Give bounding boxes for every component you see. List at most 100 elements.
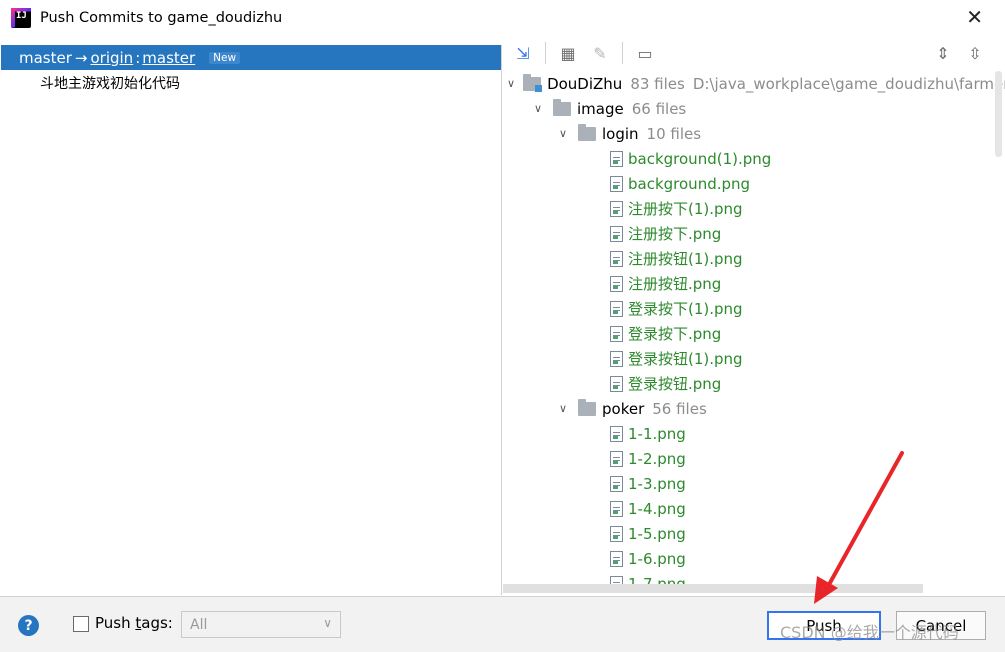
expand-all-icon[interactable]: ⇕: [933, 43, 953, 63]
image-file-icon: [610, 425, 623, 442]
tree-file-row[interactable]: 1-3.png: [503, 471, 988, 496]
folder-count: 56 files: [652, 399, 707, 418]
collapse-all-icon[interactable]: ⇳: [965, 43, 985, 63]
group-by-icon[interactable]: ▦: [558, 43, 578, 63]
tree-file-row[interactable]: 1-4.png: [503, 496, 988, 521]
remote-branch-link[interactable]: master: [142, 49, 195, 67]
file-name: 1-6.png: [628, 549, 686, 568]
image-file-icon: [610, 350, 623, 367]
tree-folder-image[interactable]: ∨ image 66 files: [503, 96, 988, 121]
tree-folder-poker[interactable]: ∨ poker 56 files: [503, 396, 988, 421]
changes-panel: ⇲ ▦ ✎ ▭ ⇕ ⇳ ∨ DouDiZhu 83 files D:\java_…: [503, 35, 1005, 596]
image-file-icon: [610, 250, 623, 267]
changes-toolbar: ⇲ ▦ ✎ ▭ ⇕ ⇳: [503, 35, 1005, 71]
image-file-icon: [610, 200, 623, 217]
tree-file-row[interactable]: background.png: [503, 171, 988, 196]
tree-file-row[interactable]: 注册按下(1).png: [503, 196, 988, 221]
tree-root-row[interactable]: ∨ DouDiZhu 83 files D:\java_workplace\ga…: [503, 71, 1005, 96]
image-file-icon: [610, 525, 623, 542]
push-tags-label-start: Push: [95, 614, 136, 632]
file-name: background(1).png: [628, 149, 772, 168]
file-name: 1-2.png: [628, 449, 686, 468]
branch-row[interactable]: master → origin : master New: [1, 45, 501, 70]
chevron-down-icon[interactable]: ∨: [556, 402, 570, 415]
image-file-icon: [610, 500, 623, 517]
tree-file-row[interactable]: 注册按下.png: [503, 221, 988, 246]
tree-file-row[interactable]: 1-6.png: [503, 546, 988, 571]
tree-file-row[interactable]: 登录按下.png: [503, 321, 988, 346]
collapse-arrows-icon[interactable]: ⇲: [513, 43, 533, 63]
tree-file-row[interactable]: 1-5.png: [503, 521, 988, 546]
image-file-icon: [610, 325, 623, 342]
folder-count: 10 files: [646, 124, 702, 143]
tree-file-row[interactable]: background(1).png: [503, 146, 988, 171]
tags-select-value: All: [190, 616, 208, 633]
tree-file-row[interactable]: 1-2.png: [503, 446, 988, 471]
vertical-scrollbar[interactable]: [995, 71, 1002, 157]
root-count: 83 files: [630, 74, 685, 93]
edit-icon[interactable]: ✎: [590, 43, 610, 63]
window-title: Push Commits to game_doudizhu: [40, 9, 283, 26]
folder-icon: [553, 98, 571, 116]
watermark: CSDN @给我一个源代码: [780, 623, 959, 642]
file-name: 登录按下(1).png: [628, 300, 743, 318]
image-file-icon: [610, 450, 623, 467]
file-name: 注册按钮.png: [628, 275, 722, 293]
tree-file-row[interactable]: 注册按钮(1).png: [503, 246, 988, 271]
chevron-down-icon[interactable]: ∨: [556, 127, 570, 140]
chevron-down-icon[interactable]: ∨: [507, 77, 515, 90]
preview-icon[interactable]: ▭: [635, 43, 655, 63]
file-name: 登录按下.png: [628, 325, 722, 343]
branch-separator: :: [135, 48, 141, 67]
push-tags-label-end: ags:: [141, 614, 173, 632]
close-icon[interactable]: ✕: [966, 5, 983, 29]
image-file-icon: [610, 550, 623, 567]
tree-file-row[interactable]: 1-1.png: [503, 421, 988, 446]
folder-icon: [578, 123, 596, 141]
commit-message: 斗地主游戏初始化代码: [40, 75, 180, 92]
folder-name: poker: [602, 399, 645, 418]
root-name: DouDiZhu: [547, 74, 623, 93]
image-file-icon: [610, 275, 623, 292]
image-file-icon: [610, 475, 623, 492]
dialog-footer: ? Push tags: All ∨ Push Cancel CSDN @给我一…: [0, 596, 1005, 652]
tree-file-row[interactable]: 登录按钮.png: [503, 371, 988, 396]
tree-file-row[interactable]: 登录按下(1).png: [503, 296, 988, 321]
toolbar-separator: [545, 42, 546, 64]
module-folder-icon: [523, 73, 543, 92]
file-name: 登录按钮.png: [628, 375, 722, 393]
file-name: 1-4.png: [628, 499, 686, 518]
file-name: 1-5.png: [628, 524, 686, 543]
commits-panel: master → origin : master New 斗地主游戏初始化代码: [1, 45, 502, 595]
local-branch: master: [19, 48, 72, 67]
folder-name: login: [602, 124, 639, 143]
image-file-icon: [610, 175, 623, 192]
file-name: 注册按钮(1).png: [628, 250, 743, 268]
file-name: 注册按下(1).png: [628, 200, 743, 218]
help-icon[interactable]: ?: [18, 615, 39, 636]
tags-select[interactable]: All ∨: [181, 611, 341, 638]
folder-icon: [578, 398, 596, 416]
push-arrow-icon: →: [74, 48, 88, 67]
push-tags-checkbox[interactable]: [73, 616, 89, 632]
commit-item[interactable]: 斗地主游戏初始化代码: [1, 70, 501, 95]
tree-file-row[interactable]: 注册按钮.png: [503, 271, 988, 296]
tree-file-row[interactable]: 登录按钮(1).png: [503, 346, 988, 371]
file-name: 1-3.png: [628, 474, 686, 493]
file-name: 登录按钮(1).png: [628, 350, 743, 368]
push-tags-label[interactable]: Push tags:: [95, 614, 173, 632]
root-path: D:\java_workplace\game_doudizhu\farmera: [692, 74, 1005, 93]
changes-tree: ∨ DouDiZhu 83 files D:\java_workplace\ga…: [503, 71, 1005, 596]
image-file-icon: [610, 225, 623, 242]
tree-folder-login[interactable]: ∨ login 10 files: [503, 121, 988, 146]
horizontal-scrollbar[interactable]: [503, 584, 923, 593]
title-bar: IJ Push Commits to game_doudizhu ✕: [0, 0, 1005, 35]
remote-link[interactable]: origin: [90, 49, 133, 67]
file-name: 1-1.png: [628, 424, 686, 443]
image-file-icon: [610, 150, 623, 167]
file-name: 注册按下.png: [628, 225, 722, 243]
toolbar-separator: [622, 42, 623, 64]
intellij-idea-icon: IJ: [11, 7, 31, 28]
image-file-icon: [610, 300, 623, 317]
chevron-down-icon[interactable]: ∨: [531, 102, 545, 115]
